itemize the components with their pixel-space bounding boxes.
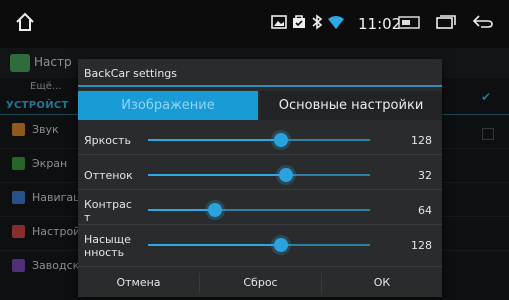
bag-icon — [291, 14, 307, 34]
recent-apps-icon[interactable] — [436, 14, 456, 34]
tab-basic-settings[interactable]: Основные настройки — [260, 91, 442, 120]
slider-fill — [148, 139, 282, 141]
ok-button[interactable]: ОК — [322, 267, 442, 298]
slider-label: Яркость — [84, 134, 131, 147]
brightness-row: Яркость 128 — [78, 125, 442, 155]
contrast-row: Контрас т 64 — [78, 195, 442, 225]
dialog-button-bar: Отмена Сброс ОК — [78, 266, 442, 298]
dialog-title: BackCar settings — [84, 67, 178, 80]
divider — [78, 224, 442, 225]
hue-row: Оттенок 32 — [78, 160, 442, 190]
status-right — [398, 14, 494, 34]
status-time: 11:02 — [358, 15, 402, 33]
slider-fill — [148, 209, 215, 211]
cancel-button[interactable]: Отмена — [78, 267, 199, 298]
status-icons — [271, 14, 345, 34]
home-icon[interactable] — [14, 12, 36, 36]
slider-label: Контрас т — [84, 198, 132, 224]
saturation-row: Насыще нность 128 — [78, 230, 442, 260]
image-icon — [271, 14, 287, 34]
slider-thumb[interactable] — [274, 133, 289, 147]
slider-fill — [148, 244, 282, 246]
backcar-settings-dialog: BackCar settings Изображение Основные на… — [78, 59, 442, 297]
reset-button[interactable]: Сброс — [200, 267, 321, 298]
brightness-slider[interactable] — [148, 133, 370, 147]
status-bar: 11:02 — [0, 0, 509, 48]
dialog-title-divider — [78, 85, 442, 87]
tab-image[interactable]: Изображение — [78, 91, 258, 120]
bluetooth-icon — [311, 14, 323, 34]
divider — [78, 154, 442, 155]
slider-label: Насыще нность — [84, 233, 131, 259]
hue-slider[interactable] — [148, 168, 370, 182]
divider — [78, 189, 442, 190]
slider-label: Оттенок — [84, 169, 133, 182]
slider-value: 32 — [418, 169, 432, 182]
slider-value: 128 — [411, 239, 432, 252]
slider-value: 64 — [418, 204, 432, 217]
saturation-slider[interactable] — [148, 238, 370, 252]
slider-fill — [148, 174, 286, 176]
contrast-slider[interactable] — [148, 203, 370, 217]
back-icon[interactable] — [472, 14, 494, 34]
slider-thumb[interactable] — [278, 168, 293, 182]
sd-card-icon — [398, 14, 420, 34]
slider-thumb[interactable] — [207, 203, 222, 217]
wifi-icon — [327, 14, 345, 34]
slider-thumb[interactable] — [274, 238, 289, 252]
slider-value: 128 — [411, 134, 432, 147]
